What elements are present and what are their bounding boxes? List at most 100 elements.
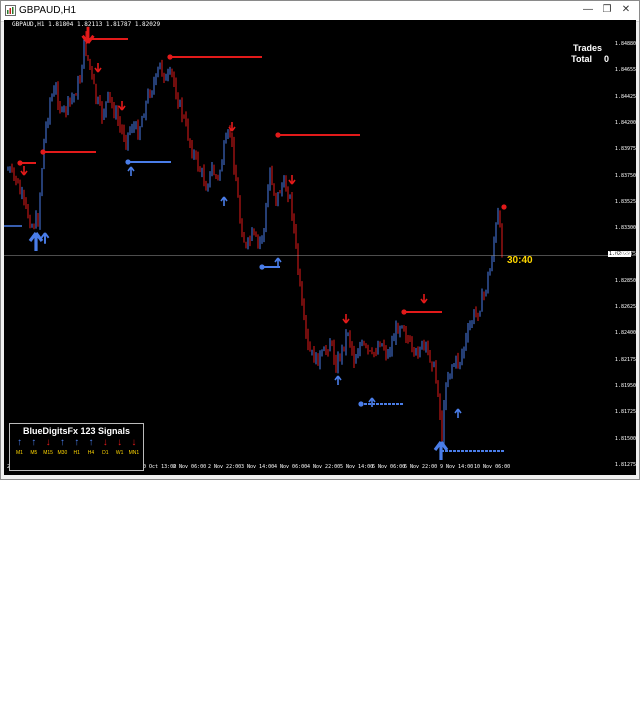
arrow-up-icon: [334, 375, 342, 385]
arrow-down-icon: ↓: [117, 437, 123, 448]
signals-panel: BlueDigitsFx 123 Signals ↑ M1 ↑ M5 ↓ M15 ↑ M30 ↑…: [9, 423, 144, 471]
time-axis-label: 3 Nov 14:00: [241, 464, 275, 470]
level-marker-dot: [167, 54, 173, 60]
price-axis-label: 1.80145: [614, 593, 636, 600]
price-axis-label: 1.81275: [614, 461, 636, 468]
signal-timeframe-label: M15: [43, 450, 53, 456]
arrow-up-icon: [127, 166, 135, 176]
time-axis-label: 9 Nov 14:00: [440, 464, 474, 470]
price-axis-label: 1.79245: [614, 698, 636, 705]
arrow-up-icon: [220, 196, 228, 206]
arrow-down-icon: [342, 314, 350, 324]
chart-canvas[interactable]: [4, 20, 636, 475]
arrow-up-icon: ↑: [17, 437, 22, 448]
signal-timeframe-label: MN1: [128, 450, 140, 456]
signal-cell-w1: ↓ W1: [113, 437, 126, 457]
level-marker-dot: [358, 401, 364, 407]
arrow-up-icon: [368, 397, 376, 407]
time-axis-label: 6 Nov 06:00: [372, 464, 406, 470]
price-axis-label: 1.81725: [614, 409, 636, 416]
price-axis-label: 1.83300: [614, 225, 636, 232]
time-axis-label: 2 Nov 06:00: [173, 464, 207, 470]
candle-timer: 30:40: [507, 255, 533, 266]
signal-timeframe-label: W1: [115, 450, 124, 456]
chart-window-icon: [5, 5, 16, 16]
arrow-up-icon: ↑: [74, 437, 80, 448]
price-axis-label: 1.84880: [614, 41, 636, 47]
signals-panel-title: BlueDigitsFx 123 Signals: [22, 426, 131, 436]
arrow-up-icon: [28, 232, 44, 251]
signal-cell-m15: ↓ M15: [42, 437, 55, 457]
level-marker-dot: [275, 132, 281, 138]
signal-timeframe-label: M1: [16, 450, 23, 456]
signal-cell-h4: ↑ H4: [85, 437, 98, 457]
time-axis-label: 4 Nov 06:00: [274, 464, 308, 470]
price-axis-label: 1.83525: [614, 198, 636, 205]
total-label: Total: [571, 54, 592, 64]
window-title: GBPAUD,H1: [19, 5, 77, 16]
minimize-button[interactable]: —: [581, 3, 595, 17]
arrow-down-icon: ↓: [131, 437, 137, 448]
maximize-button[interactable]: ❐: [600, 3, 614, 17]
total-value: 0: [603, 54, 609, 64]
signal-timeframe-label: M30: [57, 450, 68, 456]
time-axis-label: 4 Nov 22:00: [307, 464, 341, 470]
candlestick-series: [7, 31, 503, 448]
price-axis-label: 1.83075: [614, 251, 636, 258]
signal-overlays: [4, 26, 636, 460]
level-marker-dot: [125, 159, 131, 165]
signal-timeframe-label: D1: [102, 450, 109, 456]
signal-cell-mn1: ↓ MN1: [127, 437, 140, 457]
trades-label: Trades: [572, 43, 602, 53]
price-axis-label: 1.83750: [614, 172, 636, 179]
time-axis-label: 2 Nov 22:00: [208, 464, 242, 470]
arrow-up-icon: [40, 232, 50, 244]
price-axis-label: 1.82850: [614, 277, 636, 284]
time-axis-label: 5 Nov 14:00: [340, 464, 374, 470]
price-axis-label: 1.80375: [614, 567, 636, 573]
level-marker-dot: [259, 264, 265, 270]
price-axis-label: 1.81050: [614, 488, 636, 495]
arrow-down-icon: [94, 63, 102, 73]
arrow-down-icon: ↓: [45, 437, 51, 448]
signal-timeframe-label: H4: [87, 450, 95, 456]
price-axis-label: 1.84425: [614, 93, 636, 100]
arrow-up-icon: ↑: [31, 437, 37, 448]
price-axis-label: 1.79470: [614, 672, 636, 679]
price-axis-label: 1.79920: [614, 619, 636, 626]
arrow-down-icon: [118, 101, 126, 111]
price-axis-label: 1.81950: [614, 382, 636, 389]
symbol-info-line: GBPAUD,H1 1.81804 1.82113 1.81787 1.8202…: [12, 21, 161, 28]
price-axis-label: 1.84655: [614, 67, 636, 74]
price-axis-label: 1.80600: [614, 540, 636, 547]
arrow-up-icon: ↑: [88, 437, 94, 448]
price-axis-label: 1.83975: [614, 146, 636, 153]
signal-timeframe-label: H1: [73, 450, 80, 456]
price-axis-label: 1.82175: [614, 356, 636, 363]
price-axis-label: 1.79695: [614, 645, 636, 652]
price-chart[interactable]: [4, 20, 636, 475]
price-axis-label: 1.82400: [614, 330, 636, 337]
level-marker-dot: [401, 309, 407, 315]
price-axis-label: 1.81500: [614, 435, 636, 442]
arrow-down-icon: [420, 294, 428, 304]
arrow-down-icon: ↓: [102, 437, 108, 448]
signal-cell-h1: ↑ H1: [70, 437, 83, 457]
signal-cell-d1: ↓ D1: [99, 437, 112, 457]
price-axis-label: 1.84200: [614, 119, 636, 126]
arrow-up-icon: [274, 257, 282, 267]
time-axis-label: 30 Oct 13:00: [140, 464, 177, 470]
level-marker-dot: [40, 149, 46, 155]
arrow-down-icon: [288, 175, 296, 185]
arrow-up-icon: [454, 408, 462, 418]
signal-cell-m5: ↑ M5: [27, 437, 40, 457]
time-axis-label: 10 Nov 06:00: [474, 464, 511, 470]
arrow-up-icon: ↑: [59, 437, 65, 448]
title-bar[interactable]: GBPAUD,H1 — ❐ ✕: [1, 1, 639, 22]
close-button[interactable]: ✕: [619, 3, 633, 17]
level-marker-dot: [501, 204, 507, 210]
level-marker-dot: [17, 160, 23, 166]
signal-cell-m30: ↑ M30: [56, 437, 69, 457]
signal-timeframe-label: M5: [30, 450, 38, 456]
signal-cell-m1: ↑ M1: [13, 437, 26, 457]
